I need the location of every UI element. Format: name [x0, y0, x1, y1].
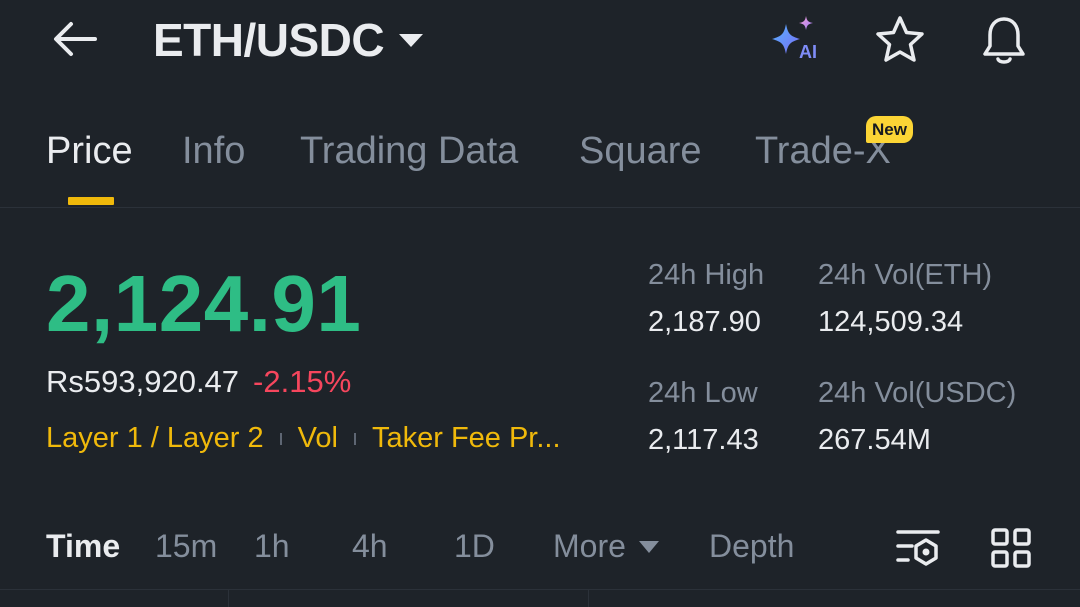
notifications-button[interactable]	[976, 12, 1032, 68]
top-bar: ETH/USDC AI	[0, 0, 1080, 90]
pair-title: ETH/USDC	[153, 14, 385, 66]
interval-more-dropdown[interactable]: More	[553, 528, 660, 565]
fiat-row: Rs593,920.47 -2.15%	[46, 364, 351, 400]
tab-bar: Price Info Trading Data Square Trade-X	[0, 110, 1080, 208]
high-value: 2,187.90	[648, 306, 761, 338]
active-tab-indicator	[68, 197, 114, 205]
pair-selector[interactable]: ETH/USDC	[153, 10, 424, 70]
last-price: 2,124.91	[46, 259, 362, 348]
grid-icon	[991, 528, 1031, 568]
svg-text:AI: AI	[799, 42, 817, 62]
vol-quote-value: 267.54M	[818, 424, 931, 456]
high-label: 24h High	[648, 259, 765, 291]
interval-1h[interactable]: 1h	[254, 528, 290, 565]
tag-vol[interactable]: Vol	[298, 422, 338, 455]
favorite-button[interactable]	[872, 12, 928, 68]
market-detail-screen: ETH/USDC AI Price Info Trading Data Squa…	[0, 0, 1080, 607]
tag-row: Layer 1 / Layer 2 Vol Taker Fee Pr...	[46, 422, 561, 455]
chart-settings-icon	[896, 530, 940, 566]
vol-quote-label: 24h Vol(USDC)	[818, 377, 1017, 409]
vol-base-value: 124,509.34	[818, 306, 964, 338]
tag-taker-fee[interactable]: Taker Fee Pr...	[372, 422, 561, 455]
ai-assistant-button[interactable]: AI	[766, 12, 822, 68]
divider	[588, 590, 589, 607]
fiat-price: Rs593,920.47	[46, 364, 240, 399]
tag-layer[interactable]: Layer 1 / Layer 2	[46, 422, 264, 455]
caret-down-icon	[638, 540, 659, 553]
divider	[228, 590, 229, 607]
caret-down-icon	[399, 34, 424, 47]
divider	[0, 589, 1080, 590]
back-button[interactable]	[50, 16, 100, 62]
interval-time[interactable]: Time	[46, 528, 120, 565]
low-label: 24h Low	[648, 377, 758, 409]
tag-divider	[279, 432, 282, 445]
star-icon	[876, 16, 924, 62]
more-label: More	[553, 528, 626, 564]
tab-trading-data[interactable]: Trading Data	[300, 130, 518, 173]
vol-base-label: 24h Vol(ETH)	[818, 259, 993, 291]
depth-tab[interactable]: Depth	[709, 528, 794, 565]
indicator-settings-button[interactable]	[892, 522, 944, 574]
tab-price[interactable]: Price	[46, 130, 133, 173]
ai-sparkle-icon: AI	[772, 16, 817, 62]
low-value: 2,117.43	[648, 424, 759, 456]
tag-divider	[353, 432, 356, 445]
tab-info[interactable]: Info	[182, 130, 245, 173]
arrow-left-icon	[54, 22, 97, 56]
interval-bar: Time 15m 1h 4h 1D More Depth	[0, 520, 1080, 576]
interval-1d[interactable]: 1D	[454, 528, 495, 565]
new-badge: New	[866, 116, 913, 143]
price-change: -2.15%	[253, 364, 352, 399]
bell-icon	[983, 17, 1025, 64]
interval-4h[interactable]: 4h	[352, 528, 388, 565]
tab-square[interactable]: Square	[579, 130, 702, 173]
layout-grid-button[interactable]	[985, 522, 1037, 574]
interval-15m[interactable]: 15m	[155, 528, 217, 565]
